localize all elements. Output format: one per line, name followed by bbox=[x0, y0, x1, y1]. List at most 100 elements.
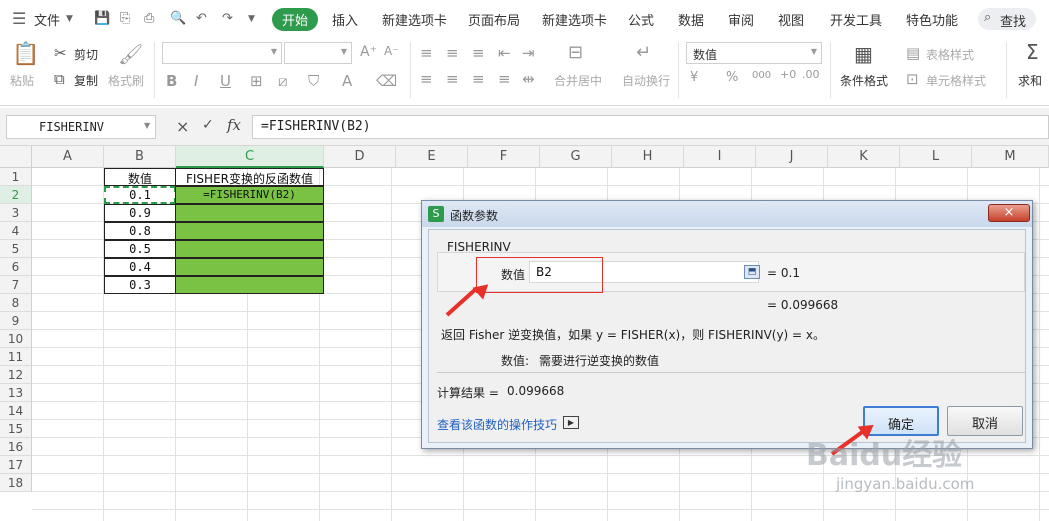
print-preview-icon[interactable]: 🔍 bbox=[170, 11, 186, 26]
dialog-title-bar[interactable]: S 函数参数 × bbox=[422, 201, 1032, 227]
underline-icon[interactable]: U bbox=[220, 72, 231, 90]
column-header-c[interactable]: C bbox=[176, 146, 324, 168]
row-header-3[interactable]: 3 bbox=[0, 204, 32, 222]
column-header-i[interactable]: I bbox=[684, 146, 756, 168]
cell-style-label[interactable]: 单元格样式 bbox=[926, 72, 986, 89]
indent-decrease-icon[interactable]: ⇤ bbox=[498, 44, 511, 62]
cell-c1[interactable]: FISHER变换的反函数值 bbox=[175, 168, 324, 186]
conditional-format-icon[interactable]: ▦ bbox=[854, 42, 873, 66]
currency-icon[interactable]: ¥ bbox=[690, 70, 698, 85]
table-style-label[interactable]: 表格样式 bbox=[926, 46, 974, 63]
tab-features[interactable]: 特色功能 bbox=[906, 10, 958, 29]
format-painter-icon[interactable]: 🖌 bbox=[118, 42, 143, 66]
help-link[interactable]: 查看该函数的操作技巧 bbox=[437, 416, 557, 433]
formula-input[interactable]: =FISHERINV(B2) bbox=[252, 115, 1049, 139]
copy-icon[interactable]: ⧉ bbox=[54, 70, 65, 88]
merge-center-label[interactable]: 合并居中 bbox=[554, 72, 602, 89]
decimal-decrease-icon[interactable]: .00 bbox=[802, 68, 820, 81]
column-header-e[interactable]: E bbox=[396, 146, 468, 168]
percent-icon[interactable]: % bbox=[726, 70, 738, 85]
row-header-5[interactable]: 5 bbox=[0, 240, 32, 258]
align-left-icon[interactable]: ≡ bbox=[420, 70, 433, 88]
search-box[interactable]: ⌕ 查找 bbox=[978, 8, 1036, 30]
font-size-select[interactable]: ▼ bbox=[284, 42, 352, 64]
column-header-b[interactable]: B bbox=[104, 146, 176, 168]
column-header-h[interactable]: H bbox=[612, 146, 684, 168]
align-bottom-icon[interactable]: ≡ bbox=[472, 44, 485, 62]
font-color-icon[interactable]: A bbox=[342, 72, 352, 90]
chevron-down-icon[interactable]: ▼ bbox=[66, 14, 73, 24]
cell-b3[interactable]: 0.9 bbox=[104, 204, 176, 222]
font-decrease-icon[interactable]: A⁻ bbox=[384, 44, 399, 58]
more-icon[interactable]: ▼ bbox=[248, 14, 255, 24]
paste-label[interactable]: 粘贴 bbox=[10, 72, 34, 89]
justify-icon[interactable]: ≡ bbox=[498, 70, 511, 88]
row-header-14[interactable]: 14 bbox=[0, 402, 32, 420]
row-header-10[interactable]: 10 bbox=[0, 330, 32, 348]
font-increase-icon[interactable]: A⁺ bbox=[360, 44, 377, 60]
tab-home[interactable]: 开始 bbox=[272, 8, 319, 31]
italic-icon[interactable]: I bbox=[194, 72, 198, 90]
conditional-format-label[interactable]: 条件格式 bbox=[840, 72, 888, 89]
row-header-9[interactable]: 9 bbox=[0, 312, 32, 330]
strikethrough-icon[interactable]: ⧄ bbox=[278, 72, 288, 90]
row-header-17[interactable]: 17 bbox=[0, 456, 32, 474]
tab-developer[interactable]: 开发工具 bbox=[830, 10, 882, 29]
cell-b2[interactable]: 0.1 bbox=[104, 186, 176, 204]
sum-icon[interactable]: Σ bbox=[1026, 40, 1039, 64]
row-header-2[interactable]: 2 bbox=[0, 186, 32, 204]
column-header-a[interactable]: A bbox=[32, 146, 104, 168]
tab-new-1[interactable]: 新建选项卡 bbox=[382, 10, 447, 29]
font-name-select[interactable]: ▼ bbox=[162, 42, 282, 64]
name-box[interactable]: FISHERINV bbox=[6, 115, 156, 139]
cell-b1[interactable]: 数值 bbox=[104, 168, 176, 186]
row-header-1[interactable]: 1 bbox=[0, 168, 32, 186]
align-center-icon[interactable]: ≡ bbox=[446, 70, 459, 88]
save-icon[interactable]: 💾 bbox=[94, 11, 110, 26]
row-header-6[interactable]: 6 bbox=[0, 258, 32, 276]
row-header-7[interactable]: 7 bbox=[0, 276, 32, 294]
border-icon[interactable]: ⊞ bbox=[250, 72, 263, 90]
cell-b4[interactable]: 0.8 bbox=[104, 222, 176, 240]
select-all-corner[interactable] bbox=[0, 146, 32, 168]
insert-function-icon[interactable]: fx bbox=[227, 116, 241, 134]
sum-label[interactable]: 求和 bbox=[1018, 72, 1042, 89]
cell-c6[interactable] bbox=[175, 258, 324, 276]
bold-icon[interactable]: B bbox=[166, 72, 177, 90]
confirm-formula-icon[interactable]: ✓ bbox=[202, 117, 214, 133]
cut-icon[interactable]: ✂ bbox=[54, 44, 67, 62]
row-header-13[interactable]: 13 bbox=[0, 384, 32, 402]
column-header-l[interactable]: L bbox=[900, 146, 972, 168]
column-header-f[interactable]: F bbox=[468, 146, 540, 168]
column-header-d[interactable]: D bbox=[324, 146, 396, 168]
export-icon[interactable]: ⎘ bbox=[120, 11, 130, 26]
clear-format-icon[interactable]: ⌫ bbox=[376, 72, 397, 90]
file-menu[interactable]: 文件 bbox=[34, 10, 60, 29]
row-header-8[interactable]: 8 bbox=[0, 294, 32, 312]
paste-icon[interactable]: 📋 bbox=[12, 42, 39, 67]
tab-view[interactable]: 视图 bbox=[778, 10, 804, 29]
cell-c3[interactable] bbox=[175, 204, 324, 222]
tab-formulas[interactable]: 公式 bbox=[628, 10, 654, 29]
distributed-icon[interactable]: ⇹ bbox=[522, 70, 535, 88]
column-header-k[interactable]: K bbox=[828, 146, 900, 168]
align-top-icon[interactable]: ≡ bbox=[420, 44, 433, 62]
wrap-text-label[interactable]: 自动换行 bbox=[622, 72, 670, 89]
copy-label[interactable]: 复制 bbox=[74, 72, 98, 89]
row-header-4[interactable]: 4 bbox=[0, 222, 32, 240]
redo-icon[interactable]: ↷ bbox=[222, 11, 233, 26]
cell-b5[interactable]: 0.5 bbox=[104, 240, 176, 258]
row-header-15[interactable]: 15 bbox=[0, 420, 32, 438]
format-painter-label[interactable]: 格式刷 bbox=[108, 72, 144, 89]
merge-center-icon[interactable]: ⊟ bbox=[568, 42, 583, 63]
align-right-icon[interactable]: ≡ bbox=[472, 70, 485, 88]
number-format-select[interactable]: 数值 ▼ bbox=[686, 42, 822, 64]
cell-c7[interactable] bbox=[175, 276, 324, 294]
table-style-icon[interactable]: ▤ bbox=[906, 44, 920, 62]
cell-b6[interactable]: 0.4 bbox=[104, 258, 176, 276]
hamburger-icon[interactable]: ☰ bbox=[12, 9, 26, 28]
close-icon[interactable]: × bbox=[988, 204, 1030, 222]
cut-label[interactable]: 剪切 bbox=[74, 46, 98, 63]
row-header-12[interactable]: 12 bbox=[0, 366, 32, 384]
cell-c5[interactable] bbox=[175, 240, 324, 258]
